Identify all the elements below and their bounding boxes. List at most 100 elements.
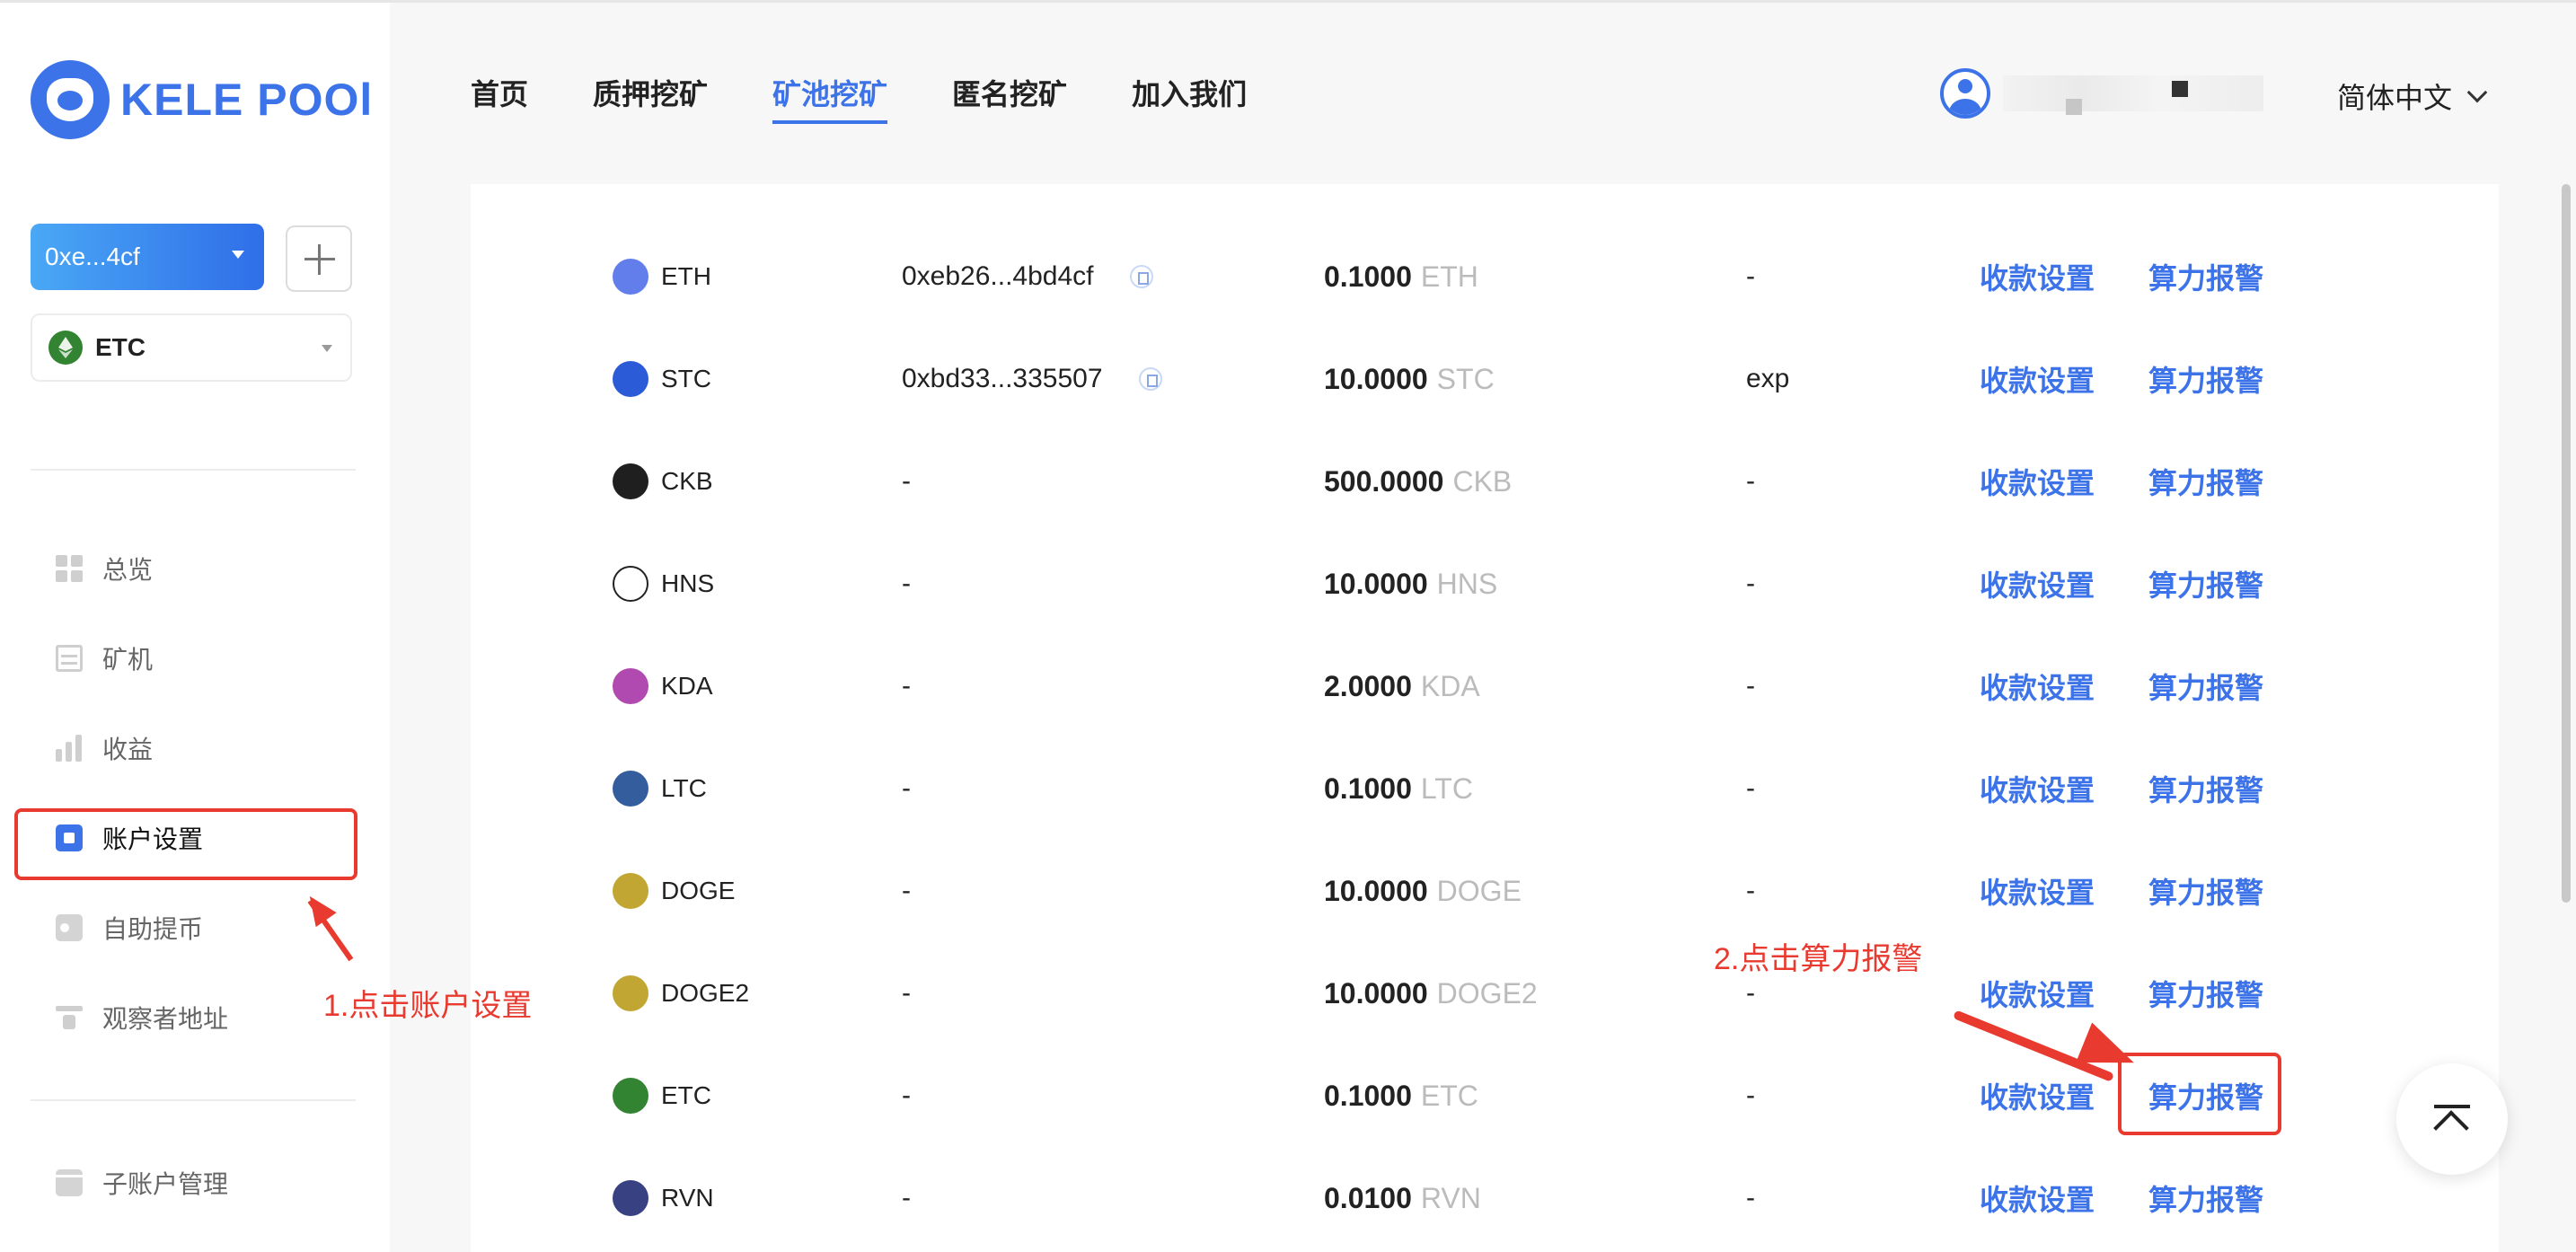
payment-settings-link[interactable]: 收款设置 [1980, 973, 2095, 1014]
hashrate-alarm-link[interactable]: 算力报警 [2148, 461, 2263, 502]
copy-icon[interactable] [1129, 265, 1153, 288]
coin-cell: KDA [613, 668, 713, 704]
doge-icon [613, 873, 648, 909]
address-value: - [902, 1183, 911, 1212]
table-row: LTC -0.1000 LTC - 收款设置 算力报警 [471, 737, 2499, 840]
address-cell: - [902, 773, 911, 804]
payment-settings-link[interactable]: 收款设置 [1980, 1177, 2095, 1219]
sidebar-item-sub-accounts[interactable]: 子账户管理 [56, 1156, 228, 1210]
payment-settings-link[interactable]: 收款设置 [1980, 256, 2095, 297]
account-label: 0xe...4cf [45, 242, 140, 270]
min-payout-unit: RVN [1420, 1181, 1481, 1214]
sidebar-item-watcher[interactable]: 观察者地址 [56, 991, 228, 1045]
tab-staking[interactable]: 质押挖矿 [593, 72, 708, 119]
payment-settings-link[interactable]: 收款设置 [1980, 666, 2095, 707]
hashrate-alarm-link[interactable]: 算力报警 [2148, 1177, 2263, 1219]
min-payout-value: 10.0000 [1324, 362, 1428, 395]
payment-settings-link[interactable]: 收款设置 [1980, 1075, 2095, 1116]
hashrate-alarm-link[interactable]: 算力报警 [2148, 563, 2263, 604]
min-payout-unit: ETH [1420, 260, 1478, 293]
copy-icon[interactable] [1138, 367, 1162, 391]
sidebar-item-label: 收益 [102, 736, 154, 763]
sidebar-item-miners[interactable]: 矿机 [56, 631, 153, 685]
sidebar: KELE POOl 0xe...4cf ETC 总览 矿机 收益 账户设置 自助… [0, 3, 390, 1252]
min-payout-cell: 0.1000 ETH [1324, 260, 1478, 294]
back-to-top-button[interactable] [2396, 1063, 2508, 1175]
hashrate-alarm-link[interactable]: 算力报警 [2148, 973, 2263, 1014]
scrollbar[interactable] [2562, 184, 2571, 903]
brand-name: KELE POOl [120, 75, 374, 125]
language-label: 简体中文 [2337, 82, 2453, 114]
sidebar-item-earnings[interactable]: 收益 [56, 721, 153, 775]
remark-cell: - [1746, 466, 1755, 496]
kda-icon [613, 668, 648, 704]
add-account-button[interactable] [286, 225, 352, 292]
sidebar-item-overview[interactable]: 总览 [56, 542, 153, 595]
language-selector[interactable]: 简体中文 [2337, 75, 2488, 117]
table-row: ETH 0xeb26...4bd4cf 0.1000 ETH - 收款设置 算力报警 [471, 225, 2499, 328]
min-payout-cell: 10.0000 DOGE [1324, 875, 1522, 908]
sidebar-item-withdraw[interactable]: 自助提币 [56, 901, 203, 955]
min-payout-value: 500.0000 [1324, 464, 1444, 498]
coin-cell: ETC [613, 1078, 711, 1114]
min-payout-value: 10.0000 [1324, 976, 1428, 1010]
dashboard-icon [56, 555, 83, 582]
bar-chart-icon [56, 735, 83, 762]
tab-home[interactable]: 首页 [471, 72, 528, 119]
address-cell: - [902, 1183, 911, 1213]
coin-name: RVN [661, 1184, 714, 1212]
payment-settings-link[interactable]: 收款设置 [1980, 768, 2095, 809]
eth-icon [613, 259, 648, 295]
min-payout-unit: DOGE2 [1436, 976, 1538, 1010]
table-row: CKB -500.0000 CKB - 收款设置 算力报警 [471, 430, 2499, 533]
address-cell: - [902, 1080, 911, 1111]
min-payout-cell: 10.0000 HNS [1324, 568, 1497, 601]
min-payout-cell: 10.0000 STC [1324, 363, 1495, 396]
user-menu[interactable] [1940, 68, 2263, 119]
min-payout-value: 10.0000 [1324, 567, 1428, 600]
coin-cell: RVN [613, 1180, 714, 1216]
min-payout-value: 0.1000 [1324, 771, 1412, 805]
payment-settings-link[interactable]: 收款设置 [1980, 563, 2095, 604]
min-payout-unit: HNS [1436, 567, 1498, 600]
address-value: - [902, 773, 911, 803]
remark-cell: - [1746, 1183, 1755, 1212]
min-payout-value: 10.0000 [1324, 874, 1428, 907]
min-payout-unit: LTC [1420, 771, 1473, 805]
hashrate-alarm-link[interactable]: 算力报警 [2148, 256, 2263, 297]
min-payout-cell: 0.0100 RVN [1324, 1182, 1481, 1215]
remark-cell: - [1746, 1080, 1755, 1110]
hashrate-alarm-link[interactable]: 算力报警 [2148, 870, 2263, 912]
sidebar-item-label: 矿机 [102, 646, 154, 674]
table-row: KDA -2.0000 KDA - 收款设置 算力报警 [471, 635, 2499, 737]
min-payout-cell: 0.1000 ETC [1324, 1080, 1478, 1113]
min-payout-unit: KDA [1420, 669, 1480, 702]
coin-cell: DOGE [613, 873, 735, 909]
address-value: - [902, 876, 911, 905]
coin-name: DOGE [661, 877, 736, 904]
payment-settings-link[interactable]: 收款设置 [1980, 461, 2095, 502]
address-cell: - [902, 876, 911, 906]
hashrate-alarm-link[interactable]: 算力报警 [2148, 358, 2263, 400]
min-payout-value: 0.1000 [1324, 260, 1412, 293]
min-payout-unit: CKB [1452, 464, 1513, 498]
coin-select[interactable]: ETC [31, 313, 352, 382]
hashrate-alarm-link[interactable]: 算力报警 [2148, 666, 2263, 707]
tab-join-us[interactable]: 加入我们 [1132, 72, 1247, 119]
coin-name: CKB [661, 467, 713, 495]
hashrate-alarm-link[interactable]: 算力报警 [2148, 768, 2263, 809]
min-payout-cell: 500.0000 CKB [1324, 465, 1512, 498]
address-value: - [902, 569, 911, 598]
tab-anonymous-mining[interactable]: 匿名挖矿 [952, 72, 1067, 119]
payment-settings-link[interactable]: 收款设置 [1980, 358, 2095, 400]
logo[interactable]: KELE POOl [31, 57, 373, 143]
address-cell: 0xeb26...4bd4cf [902, 261, 1153, 292]
highlight-account-settings [14, 808, 357, 880]
min-payout-unit: DOGE [1436, 874, 1522, 907]
account-selector[interactable]: 0xe...4cf [31, 224, 264, 290]
min-payout-cell: 2.0000 KDA [1324, 670, 1480, 703]
remark-cell: - [1746, 876, 1755, 905]
remark-cell: - [1746, 978, 1755, 1008]
payment-settings-link[interactable]: 收款设置 [1980, 870, 2095, 912]
tab-pool-mining[interactable]: 矿池挖矿 [772, 72, 888, 124]
